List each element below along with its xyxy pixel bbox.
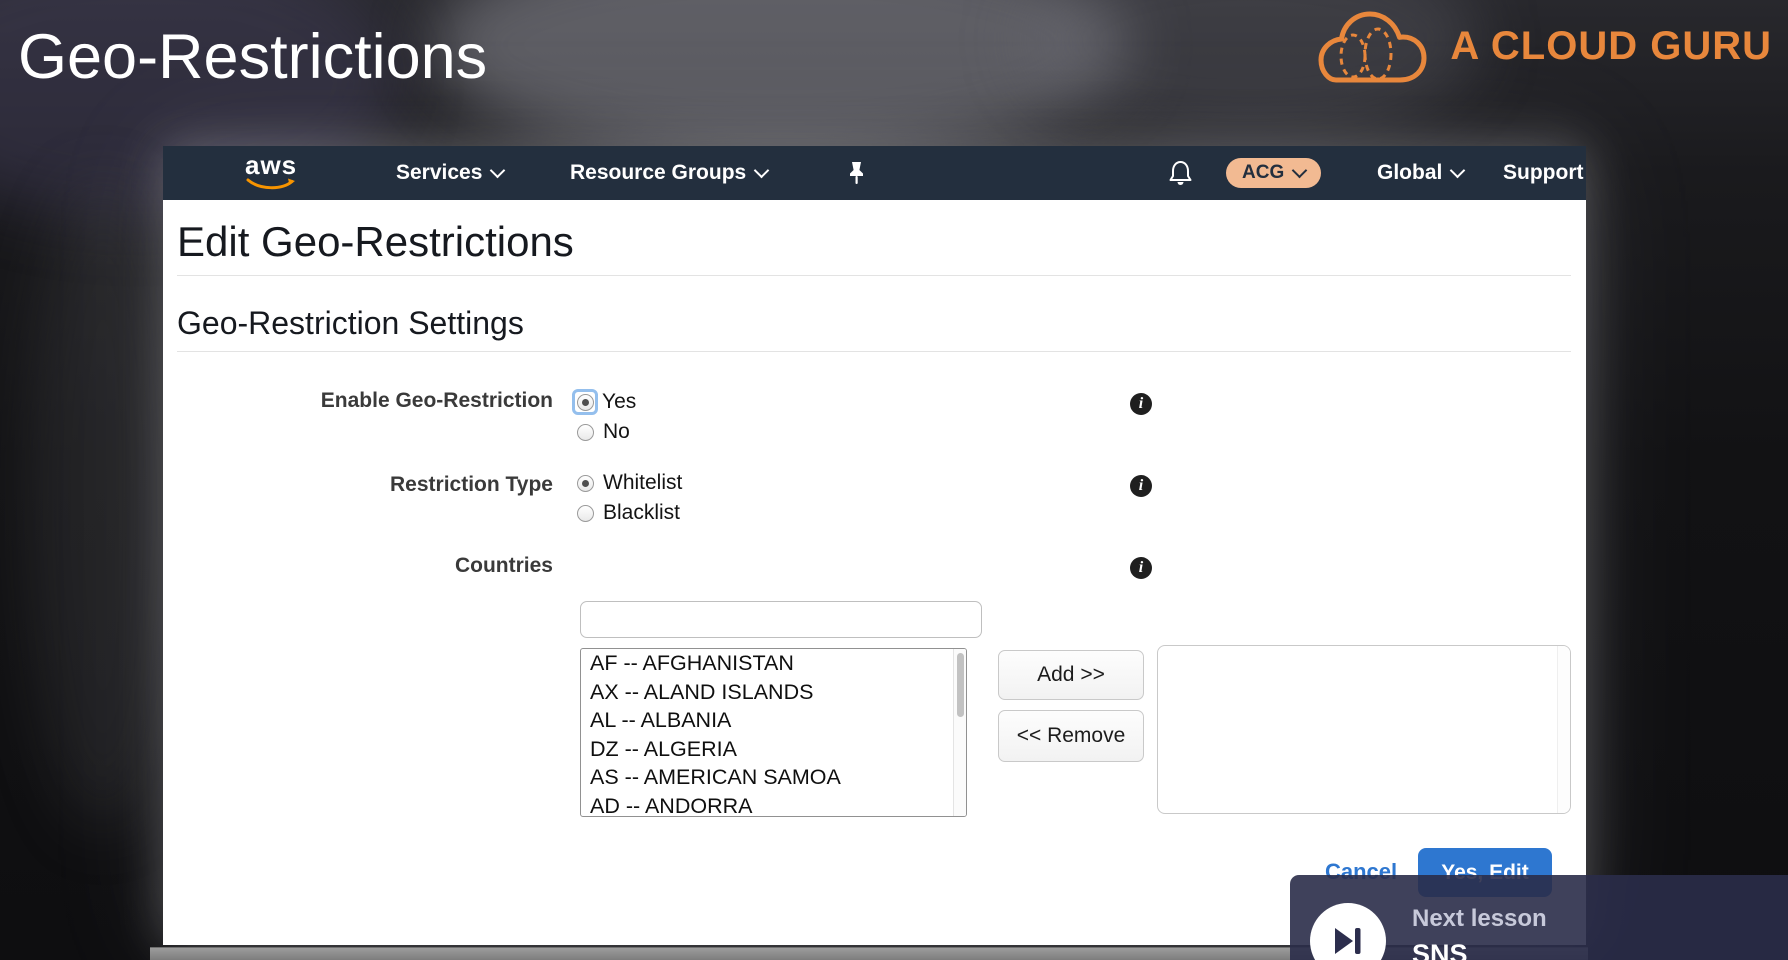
nav-resource-groups[interactable]: Resource Groups xyxy=(570,161,770,185)
nav-support-label: Support xyxy=(1503,161,1584,184)
radio-enable-no-label: No xyxy=(603,420,630,443)
scrollbar-track xyxy=(1557,646,1570,813)
chevron-down-icon xyxy=(1450,162,1466,179)
region-menu[interactable]: Global xyxy=(1377,161,1466,185)
video-frame: Geo-Restrictions A CLOUD GURU aws Servic… xyxy=(0,0,1788,960)
notifications-button[interactable] xyxy=(1168,160,1193,187)
country-option[interactable]: AS -- AMERICAN SAMOA xyxy=(581,763,966,792)
lesson-title: Geo-Restrictions xyxy=(18,22,488,92)
selected-countries-list[interactable] xyxy=(1157,645,1571,814)
divider xyxy=(177,351,1571,352)
nav-services-label: Services xyxy=(396,161,483,184)
next-lesson-overlay[interactable]: Next lesson SNS xyxy=(1290,875,1788,960)
aws-navbar: aws Services Resource Groups ACG Global … xyxy=(163,146,1586,200)
radio-focus-ring xyxy=(572,389,598,415)
radio-type-blacklist-label: Blacklist xyxy=(603,501,681,524)
available-countries-list[interactable]: AF -- AFGHANISTAN AX -- ALAND ISLANDS AL -… xyxy=(580,648,967,817)
country-option[interactable]: DZ -- ALGERIA xyxy=(581,735,966,764)
notifications-bell-icon xyxy=(1169,161,1192,185)
radio-type-blacklist[interactable]: Blacklist xyxy=(577,500,680,526)
account-menu[interactable]: ACG xyxy=(1226,158,1322,188)
chevron-down-icon xyxy=(1291,162,1308,179)
next-lesson-label: Next lesson xyxy=(1412,905,1547,932)
pin-button[interactable] xyxy=(847,161,866,185)
radio-type-whitelist[interactable]: Whitelist xyxy=(577,470,682,496)
radio-button[interactable] xyxy=(577,423,594,441)
aws-logo-text: aws xyxy=(245,150,298,180)
brand-name: A CLOUD GURU xyxy=(1450,23,1772,68)
add-button[interactable]: Add >> xyxy=(998,650,1144,700)
page-title: Edit Geo-Restrictions xyxy=(177,218,574,265)
background-blur xyxy=(28,180,178,830)
divider xyxy=(177,275,1571,276)
radio-button-checked[interactable] xyxy=(577,474,594,492)
cloud-logo-icon xyxy=(1318,11,1427,83)
scrollbar-thumb[interactable] xyxy=(957,653,964,717)
next-lesson-title: SNS xyxy=(1412,939,1468,960)
radio-enable-yes[interactable]: Yes xyxy=(572,389,636,415)
nav-services[interactable]: Services xyxy=(396,161,506,185)
brand-logo: A CLOUD GURU xyxy=(1306,4,1772,88)
pin-icon xyxy=(850,162,863,184)
info-icon[interactable]: i xyxy=(1130,557,1152,579)
country-option[interactable]: AL -- ALBANIA xyxy=(581,706,966,735)
aws-console-window: aws Services Resource Groups ACG Global … xyxy=(163,146,1586,945)
countries-label: Countries xyxy=(454,554,553,577)
nav-support[interactable]: Support xyxy=(1503,161,1583,185)
nav-resource-groups-label: Resource Groups xyxy=(570,161,747,184)
country-search-input[interactable] xyxy=(580,601,982,638)
section-title: Geo-Restriction Settings xyxy=(177,305,524,341)
skip-next-button[interactable] xyxy=(1310,903,1386,960)
aws-smile-icon xyxy=(246,178,296,190)
aws-logo[interactable]: aws xyxy=(245,152,297,196)
radio-enable-no[interactable]: No xyxy=(577,419,630,445)
chevron-down-icon xyxy=(753,162,770,179)
chevron-down-icon xyxy=(490,162,506,179)
radio-button[interactable] xyxy=(577,504,594,522)
account-menu-label: ACG xyxy=(1242,162,1285,183)
region-menu-label: Global xyxy=(1377,161,1443,184)
scrollbar-track[interactable] xyxy=(953,649,966,816)
country-option[interactable]: AX -- ALAND ISLANDS xyxy=(581,678,966,707)
radio-enable-yes-label: Yes xyxy=(602,390,637,413)
country-option[interactable]: AF -- AFGHANISTAN xyxy=(581,649,966,678)
country-option[interactable]: AD -- ANDORRA xyxy=(581,792,966,817)
radio-type-whitelist-label: Whitelist xyxy=(603,471,683,494)
skip-next-icon xyxy=(1335,928,1361,954)
radio-button-checked[interactable] xyxy=(576,393,594,411)
restriction-type-label: Restriction Type xyxy=(390,473,553,496)
enable-geo-restriction-label: Enable Geo-Restriction xyxy=(320,389,553,412)
remove-button[interactable]: << Remove xyxy=(998,710,1144,762)
info-icon[interactable]: i xyxy=(1130,475,1152,497)
info-icon[interactable]: i xyxy=(1130,393,1152,415)
